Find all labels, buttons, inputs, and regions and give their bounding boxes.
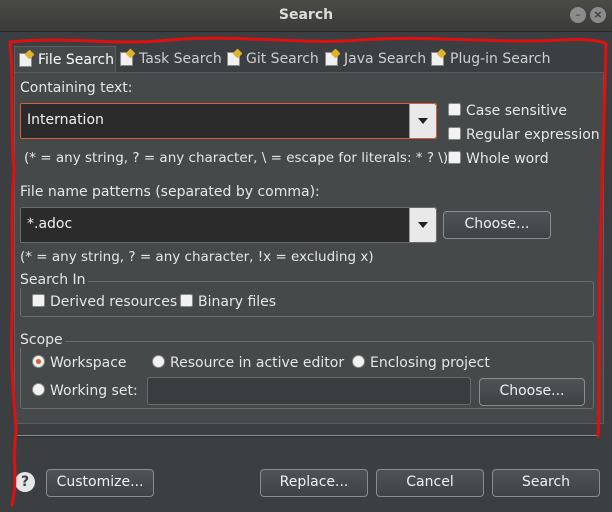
workspace-radio[interactable]: Workspace <box>32 355 127 373</box>
radio-icon <box>32 383 45 396</box>
customize-button[interactable]: Customize... <box>46 469 154 497</box>
binary-files-label: Binary files <box>198 294 277 310</box>
containing-text-value: Internation <box>27 112 104 128</box>
workspace-label: Workspace <box>50 355 127 371</box>
cancel-button[interactable]: Cancel <box>376 469 484 497</box>
tab-label: Java Search <box>344 51 427 67</box>
containing-text-hint: (* = any string, ? = any character, \ = … <box>24 150 449 166</box>
chevron-down-icon <box>418 118 428 124</box>
window-title: Search <box>278 7 334 23</box>
tab-label: Task Search <box>139 51 222 67</box>
scope-label: Scope <box>20 332 65 348</box>
tab-task-search[interactable]: Task Search <box>116 46 222 72</box>
case-sensitive-checkbox[interactable]: Case sensitive <box>448 103 567 121</box>
tab-plugin-search[interactable]: Plug-in Search <box>427 46 550 72</box>
whole-word-label: Whole word <box>466 151 549 167</box>
search-button[interactable]: Search <box>492 469 600 497</box>
radio-icon <box>352 355 365 368</box>
active-editor-radio[interactable]: Resource in active editor <box>152 355 344 373</box>
whole-word-checkbox[interactable]: Whole word <box>448 151 549 169</box>
active-editor-label: Resource in active editor <box>170 355 345 371</box>
tab-java-search[interactable]: Java Search <box>321 46 426 72</box>
tab-file-search[interactable]: File Search <box>14 46 116 73</box>
tab-label: Plug-in Search <box>450 51 551 67</box>
close-icon[interactable]: × <box>590 7 606 23</box>
binary-files-checkbox[interactable]: Binary files <box>180 294 276 312</box>
checkbox-icon <box>448 103 461 116</box>
containing-text-dropdown-button[interactable] <box>409 104 436 138</box>
search-tabs: File Search Task Search Git Search Java … <box>14 46 594 73</box>
choose-file-patterns-button[interactable]: Choose... <box>443 211 551 239</box>
radio-selected-icon <box>32 355 45 368</box>
enclosing-project-radio[interactable]: Enclosing project <box>352 355 490 373</box>
file-patterns-hint: (* = any string, ? = any character, !x =… <box>20 249 374 265</box>
derived-resources-checkbox[interactable]: Derived resources <box>32 294 177 312</box>
file-search-icon <box>18 51 34 67</box>
containing-text-label: Containing text: <box>20 80 133 96</box>
search-in-label: Search In <box>20 272 88 288</box>
help-icon[interactable]: ? <box>15 472 35 492</box>
replace-button[interactable]: Replace... <box>260 469 368 497</box>
checkbox-icon <box>448 127 461 140</box>
task-search-icon <box>119 50 135 66</box>
minimize-icon[interactable]: – <box>570 7 586 23</box>
containing-text-combo[interactable]: Internation <box>20 103 437 139</box>
radio-icon <box>152 355 165 368</box>
file-patterns-dropdown-button[interactable] <box>409 208 436 242</box>
working-set-field[interactable] <box>147 377 471 405</box>
checkbox-icon <box>180 294 193 307</box>
file-patterns-value: *.adoc <box>27 216 73 232</box>
case-sensitive-label: Case sensitive <box>466 103 567 119</box>
derived-resources-label: Derived resources <box>50 294 178 310</box>
regular-expression-label: Regular expression <box>466 127 600 143</box>
tab-label: Git Search <box>246 51 319 67</box>
title-bar: Search – × <box>0 0 612 32</box>
tab-label: File Search <box>38 52 114 68</box>
footer-separator <box>14 435 598 437</box>
working-set-label: Working set: <box>50 383 138 399</box>
checkbox-icon <box>32 294 45 307</box>
checkbox-icon <box>448 151 461 164</box>
file-patterns-combo[interactable]: *.adoc <box>20 207 437 243</box>
regular-expression-checkbox[interactable]: Regular expression <box>448 127 600 145</box>
working-set-radio[interactable]: Working set: <box>32 383 138 401</box>
git-search-icon <box>226 50 242 66</box>
choose-working-set-button[interactable]: Choose... <box>479 378 585 406</box>
chevron-down-icon <box>418 222 428 228</box>
tab-git-search[interactable]: Git Search <box>223 46 319 72</box>
file-patterns-label: File name patterns (separated by comma): <box>20 184 320 200</box>
enclosing-project-label: Enclosing project <box>370 355 490 371</box>
plugin-search-icon <box>430 50 446 66</box>
java-search-icon <box>324 50 340 66</box>
